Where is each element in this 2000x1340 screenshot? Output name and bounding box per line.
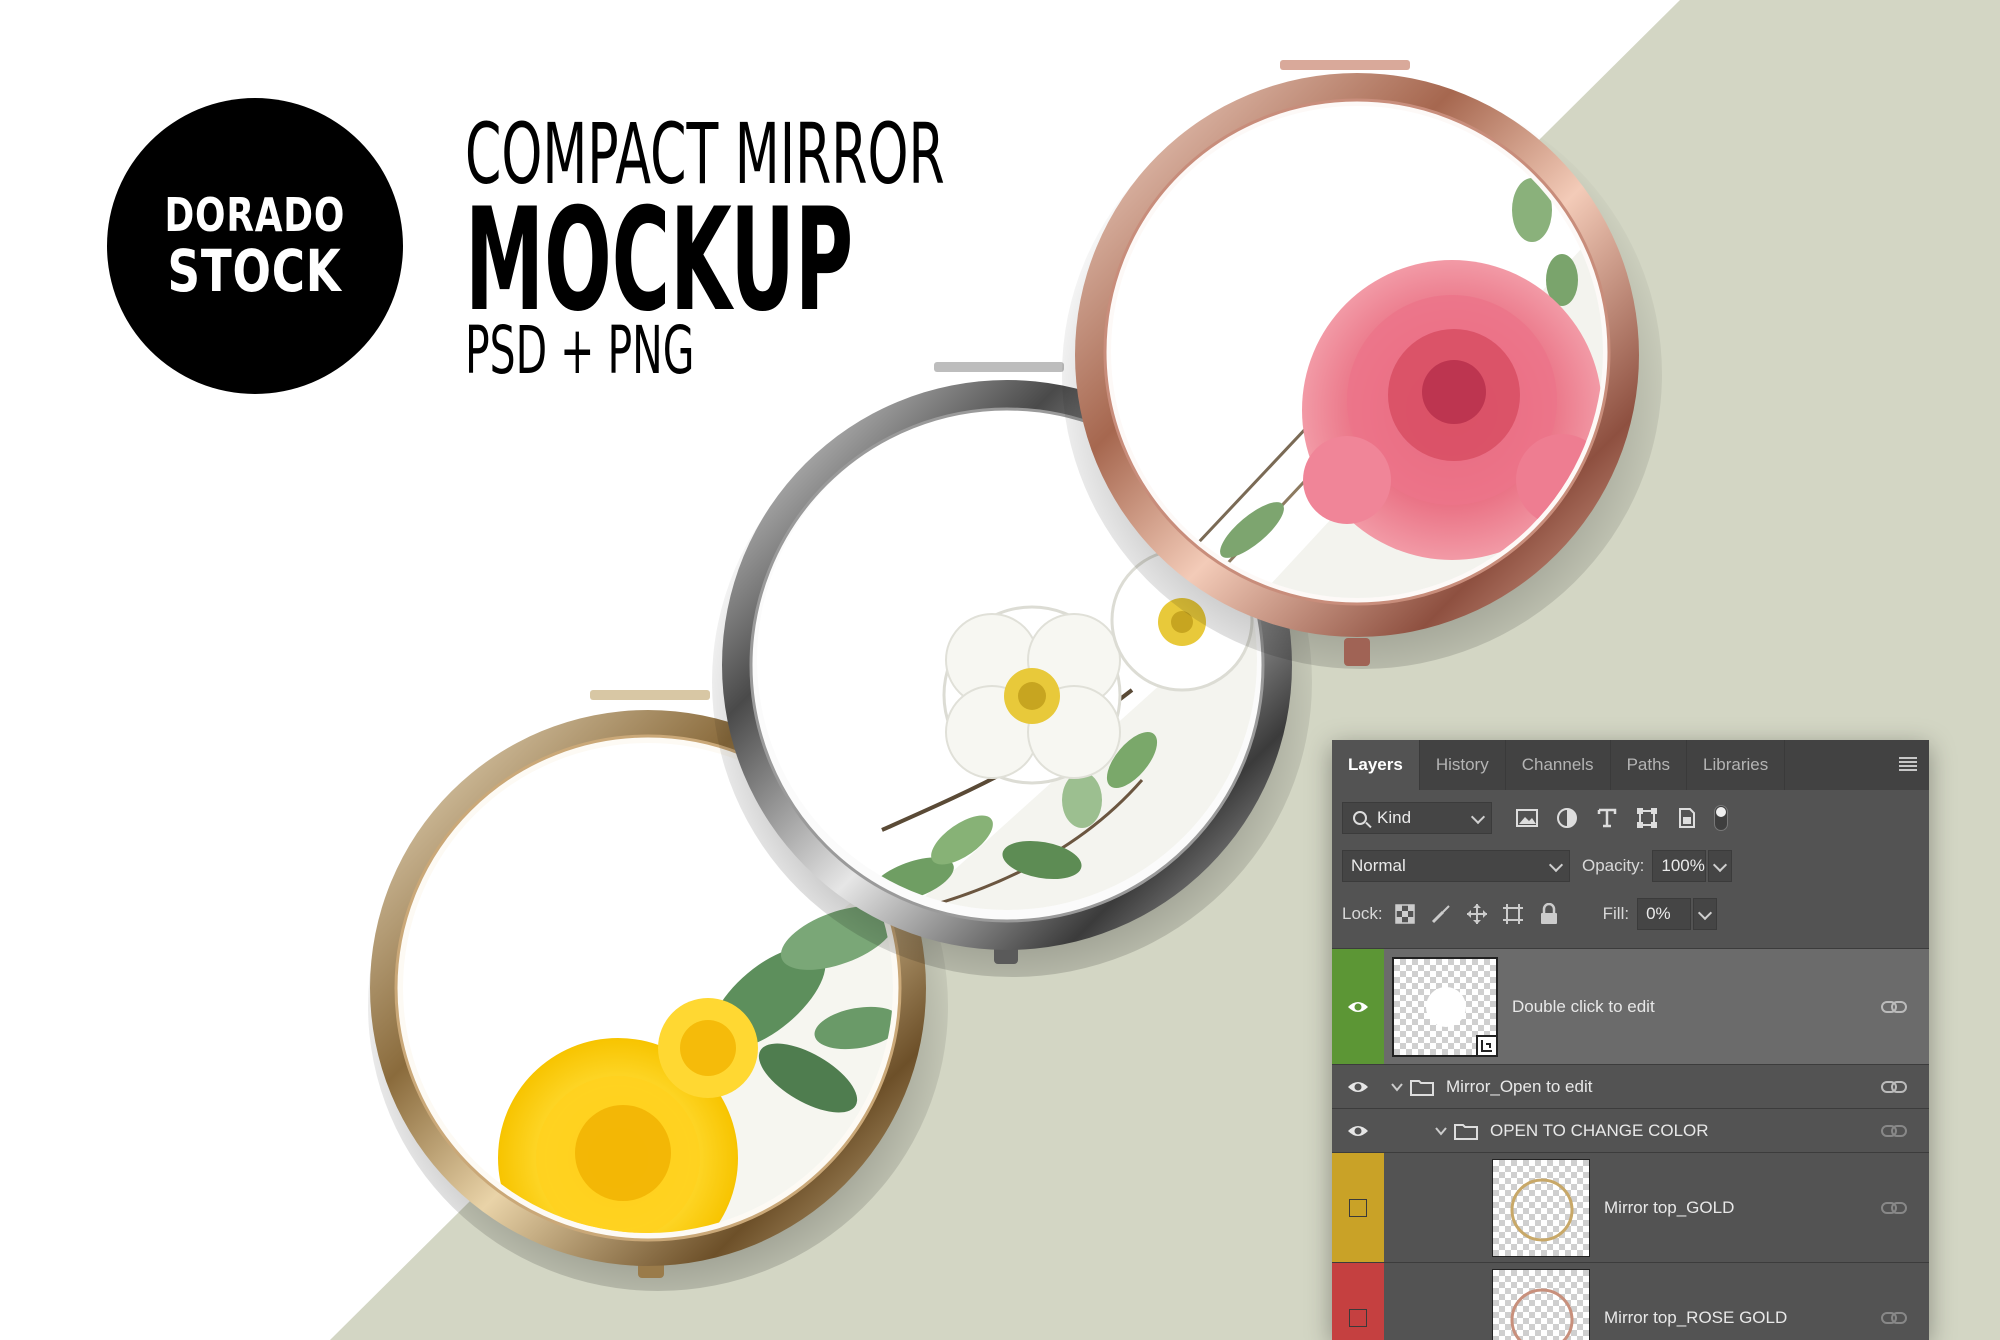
visibility-toggle[interactable] — [1332, 1109, 1384, 1152]
fill-field[interactable]: 0% — [1637, 898, 1692, 930]
layer-thumbnail — [1492, 1158, 1590, 1257]
visibility-toggle[interactable] — [1332, 1065, 1384, 1108]
panel-menu-icon[interactable] — [1899, 757, 1917, 771]
hidden-checkbox — [1349, 1308, 1367, 1327]
eye-icon — [1348, 1125, 1368, 1136]
lock-row: Lock: Fill: 0% — [1332, 890, 1929, 938]
link-icon[interactable] — [1881, 1124, 1907, 1138]
opacity-value: 100% — [1661, 856, 1705, 875]
kind-filter-label: Kind — [1377, 808, 1412, 827]
panel-tab-bar: Layers History Channels Paths Libraries — [1332, 740, 1929, 790]
dorado-stock-logo: DORADO STOCK — [107, 98, 403, 394]
search-icon — [1353, 811, 1367, 825]
eye-icon — [1348, 1001, 1368, 1012]
layer-row-smart-object[interactable]: Double click to edit — [1332, 948, 1929, 1064]
blend-row: Normal Opacity: 100% — [1332, 842, 1929, 890]
layer-row-group-mirror[interactable]: Mirror_Open to edit — [1332, 1064, 1929, 1108]
tab-libraries[interactable]: Libraries — [1687, 740, 1786, 790]
logo-line-1: DORADO — [164, 188, 346, 242]
mockup-canvas: DORADO STOCK COMPACT MIRROR MOCKUP PSD +… — [0, 0, 2000, 1340]
filter-toggle[interactable] — [1714, 805, 1728, 831]
filter-row: Kind — [1332, 794, 1929, 842]
layer-thumbnail — [1392, 956, 1498, 1057]
lock-all-icon[interactable] — [1535, 900, 1563, 928]
tab-history[interactable]: History — [1420, 740, 1506, 790]
smart-object-filter-icon[interactable] — [1672, 803, 1702, 833]
layer-name: Double click to edit — [1512, 996, 1655, 1016]
layer-row-mirror-rose-gold[interactable]: Mirror top_ROSE GOLD — [1332, 1262, 1929, 1340]
opacity-field[interactable]: 100% — [1652, 850, 1707, 882]
lock-pixels-icon[interactable] — [1427, 900, 1455, 928]
opacity-slider-button[interactable] — [1708, 850, 1733, 882]
chevron-down-icon — [1698, 905, 1713, 921]
fill-value: 0% — [1646, 904, 1671, 923]
lock-position-icon[interactable] — [1463, 900, 1491, 928]
link-icon[interactable] — [1881, 1201, 1907, 1215]
eye-icon — [1348, 1081, 1368, 1092]
chevron-down-icon — [1470, 809, 1486, 825]
blend-mode-value: Normal — [1351, 856, 1406, 875]
layer-name: Mirror top_GOLD — [1604, 1197, 1735, 1217]
shape-filter-icon[interactable] — [1632, 803, 1662, 833]
fill-slider-button[interactable] — [1693, 898, 1718, 930]
tab-channels[interactable]: Channels — [1506, 740, 1611, 790]
layer-row-mirror-gold[interactable]: Mirror top_GOLD — [1332, 1152, 1929, 1262]
layer-row-group-change-color[interactable]: OPEN TO CHANGE COLOR — [1332, 1108, 1929, 1152]
tab-layers[interactable]: Layers — [1332, 740, 1420, 790]
chevron-down-icon — [1713, 857, 1728, 873]
layer-thumbnail — [1492, 1268, 1590, 1340]
rose-gold-compact-mirror — [1062, 60, 1662, 680]
layers-panel: Layers History Channels Paths Libraries … — [1332, 740, 1929, 1340]
layer-name: OPEN TO CHANGE COLOR — [1490, 1120, 1709, 1140]
link-icon[interactable] — [1881, 1080, 1907, 1094]
title-mockup: MOCKUP — [465, 178, 854, 343]
kind-filter-dropdown[interactable]: Kind — [1342, 802, 1492, 834]
hidden-checkbox — [1349, 1198, 1367, 1217]
smart-object-badge-icon — [1476, 1034, 1498, 1057]
blend-mode-dropdown[interactable]: Normal — [1342, 850, 1570, 882]
pixel-filter-icon[interactable] — [1512, 803, 1542, 833]
layer-name: Mirror top_ROSE GOLD — [1604, 1307, 1788, 1327]
chevron-down-icon — [1548, 857, 1564, 873]
lock-transparent-icon[interactable] — [1391, 900, 1419, 928]
layer-list: Double click to edit Mirror_Open to edit — [1332, 948, 1929, 1340]
link-icon[interactable] — [1881, 1000, 1907, 1014]
logo-line-2: STOCK — [167, 237, 343, 305]
visibility-toggle[interactable] — [1332, 1263, 1384, 1340]
layer-name: Mirror_Open to edit — [1446, 1076, 1593, 1096]
visibility-toggle[interactable] — [1332, 1153, 1384, 1262]
chevron-down-icon[interactable] — [1434, 1124, 1448, 1138]
fill-label: Fill: — [1602, 904, 1630, 923]
chevron-down-icon[interactable] — [1390, 1080, 1404, 1094]
opacity-label: Opacity: — [1582, 856, 1645, 875]
lock-artboard-icon[interactable] — [1499, 900, 1527, 928]
link-icon[interactable] — [1881, 1311, 1907, 1325]
adjustment-filter-icon[interactable] — [1552, 803, 1582, 833]
folder-icon — [1454, 1123, 1478, 1140]
type-filter-icon[interactable] — [1592, 803, 1622, 833]
visibility-toggle[interactable] — [1332, 949, 1384, 1064]
folder-icon — [1410, 1079, 1434, 1096]
lock-label: Lock: — [1342, 904, 1383, 923]
tab-paths[interactable]: Paths — [1611, 740, 1688, 790]
